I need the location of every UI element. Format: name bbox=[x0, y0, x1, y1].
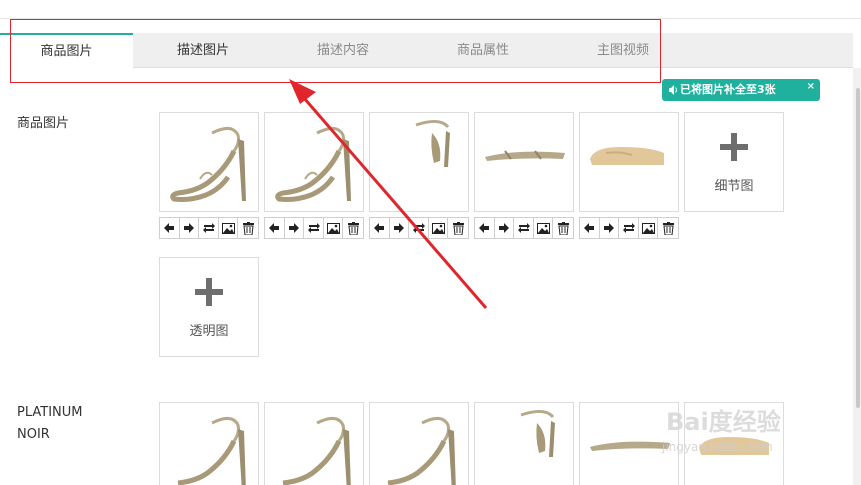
plus-icon bbox=[720, 133, 748, 161]
image-icon[interactable] bbox=[324, 218, 344, 238]
variant-image-thumb[interactable] bbox=[474, 402, 574, 485]
tab-product-images[interactable]: 商品图片 bbox=[0, 33, 133, 69]
top-divider bbox=[0, 18, 861, 19]
sandal-top-image bbox=[590, 441, 670, 451]
trash-icon[interactable] bbox=[448, 218, 468, 238]
trash-icon[interactable] bbox=[343, 218, 363, 238]
sandal-image bbox=[387, 417, 456, 485]
tab-description-content[interactable]: 描述内容 bbox=[273, 33, 413, 68]
sandal-image bbox=[282, 417, 351, 485]
variant-image-thumb[interactable] bbox=[579, 402, 679, 485]
product-image-thumb[interactable] bbox=[369, 112, 469, 212]
arrow-left-icon[interactable] bbox=[370, 218, 390, 238]
arrow-right-icon[interactable] bbox=[495, 218, 515, 238]
section-label-platinum-noir: PLATINUM NOIR bbox=[17, 402, 83, 446]
product-image-thumb[interactable] bbox=[264, 112, 364, 212]
image-toolbar bbox=[474, 217, 574, 239]
arrow-left-icon[interactable] bbox=[160, 218, 180, 238]
trash-icon[interactable] bbox=[553, 218, 573, 238]
sandal-sole-image bbox=[590, 147, 664, 165]
product-image-thumb[interactable] bbox=[474, 112, 574, 212]
notice-text: 已将图片补全至3张 bbox=[680, 83, 776, 96]
sandal-sole-image bbox=[699, 437, 769, 455]
arrow-head bbox=[289, 79, 316, 104]
rotate-icon[interactable] bbox=[409, 218, 429, 238]
plus-icon bbox=[195, 278, 223, 306]
speaker-icon bbox=[668, 79, 678, 110]
sandal-top-image bbox=[485, 150, 565, 161]
image-toolbar bbox=[264, 217, 364, 239]
add-transparent-image-button[interactable]: 透明图 bbox=[159, 257, 259, 357]
rotate-icon[interactable] bbox=[514, 218, 534, 238]
scrollbar-thumb[interactable] bbox=[856, 88, 860, 408]
image-icon[interactable] bbox=[534, 218, 554, 238]
tab-bar: 商品图片 描述图片 描述内容 商品属性 主图视频 bbox=[0, 33, 853, 69]
rotate-icon[interactable] bbox=[304, 218, 324, 238]
trash-icon[interactable] bbox=[238, 218, 258, 238]
add-detail-image-button[interactable]: 细节图 bbox=[684, 112, 784, 212]
sandal-side-image bbox=[415, 120, 450, 167]
sandal-side-image bbox=[520, 410, 555, 457]
sandal-image bbox=[170, 127, 246, 202]
arrow-left-icon[interactable] bbox=[580, 218, 600, 238]
tab-product-attributes[interactable]: 商品属性 bbox=[413, 33, 553, 68]
close-icon[interactable]: × bbox=[807, 76, 815, 98]
autofill-notice: 已将图片补全至3张 × bbox=[662, 79, 820, 101]
tab-description-images[interactable]: 描述图片 bbox=[133, 33, 273, 68]
section-label-product-images: 商品图片 bbox=[17, 116, 70, 131]
variant-image-thumb[interactable] bbox=[159, 402, 259, 485]
trash-icon[interactable] bbox=[658, 218, 678, 238]
rotate-icon[interactable] bbox=[199, 218, 219, 238]
image-icon[interactable] bbox=[639, 218, 659, 238]
rotate-icon[interactable] bbox=[619, 218, 639, 238]
image-toolbar bbox=[159, 217, 259, 239]
variant-image-thumb[interactable] bbox=[369, 402, 469, 485]
section-label-line: NOIR bbox=[17, 427, 50, 442]
sandal-image bbox=[275, 127, 351, 202]
tab-main-video[interactable]: 主图视频 bbox=[553, 33, 693, 68]
variant-image-thumb[interactable] bbox=[264, 402, 364, 485]
image-icon[interactable] bbox=[429, 218, 449, 238]
image-icon[interactable] bbox=[219, 218, 239, 238]
image-toolbar bbox=[369, 217, 469, 239]
arrow-left-icon[interactable] bbox=[475, 218, 495, 238]
sandal-image bbox=[177, 417, 246, 485]
arrow-right-icon[interactable] bbox=[285, 218, 305, 238]
add-transparent-label: 透明图 bbox=[189, 324, 229, 339]
section-label-line: PLATINUM bbox=[17, 405, 83, 420]
variant-image-thumb[interactable] bbox=[684, 402, 784, 485]
add-detail-label: 细节图 bbox=[714, 179, 754, 194]
image-toolbar bbox=[579, 217, 679, 239]
arrow-right-icon[interactable] bbox=[600, 218, 620, 238]
arrow-right-icon[interactable] bbox=[180, 218, 200, 238]
product-image-thumb[interactable] bbox=[159, 112, 259, 212]
arrow-left-icon[interactable] bbox=[265, 218, 285, 238]
product-image-thumb[interactable] bbox=[579, 112, 679, 212]
arrow-right-icon[interactable] bbox=[390, 218, 410, 238]
